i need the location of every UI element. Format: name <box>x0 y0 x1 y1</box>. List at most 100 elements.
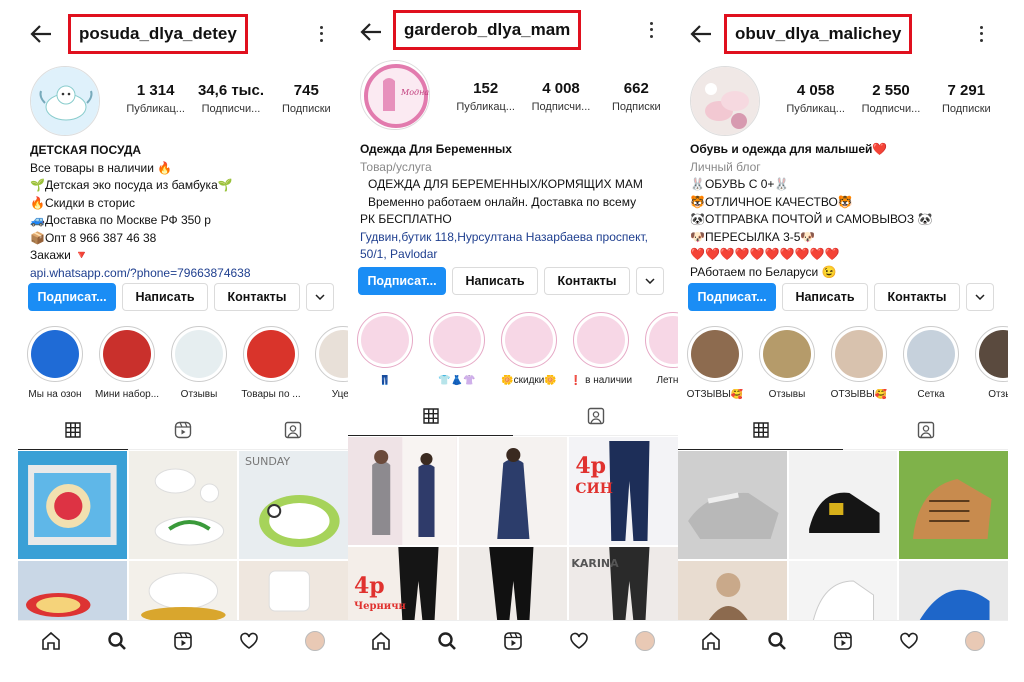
highlight-item[interactable]: ОТЗЫВЫ🥰 <box>826 326 892 400</box>
avatar[interactable] <box>690 66 760 136</box>
follow-button[interactable]: Подписат... <box>28 283 116 311</box>
post-thumbnail[interactable]: 4р Черничн <box>348 547 457 621</box>
followers-stat[interactable]: 34,6 тыс. Подписчи... <box>193 82 268 115</box>
bio-address[interactable]: 50/1, Pavlodar <box>360 246 672 264</box>
story-highlights: 👖 👕👗👚 🌼скидки🌼 ❗ в наличии Летние <box>352 312 678 386</box>
highlight-item[interactable]: Сетка <box>898 326 964 400</box>
post-thumbnail[interactable] <box>899 451 1008 559</box>
contacts-button[interactable]: Контакты <box>874 283 960 311</box>
profile-avatar-nav[interactable] <box>304 630 326 652</box>
contacts-button[interactable]: Контакты <box>544 267 630 295</box>
post-thumbnail[interactable] <box>678 561 787 621</box>
bio-line: РК БЕСПЛАТНО <box>360 212 452 226</box>
followers-stat[interactable]: 2 550 Подписчи... <box>853 82 928 115</box>
highlight-item[interactable]: Отзыв <box>970 326 1008 400</box>
tab-tagged[interactable] <box>843 410 1008 450</box>
bio-line: Временно работаем онлайн. Доставка по вс… <box>368 194 637 209</box>
highlight-item[interactable]: Летние <box>640 312 678 386</box>
profile-tabs <box>678 410 1008 450</box>
tab-reels[interactable] <box>128 410 238 450</box>
bio-link[interactable]: api.whatsapp.com/?phone=79663874638 <box>30 265 342 283</box>
follow-button[interactable]: Подписат... <box>358 267 446 295</box>
highlight-item[interactable]: Мини набор... <box>94 326 160 400</box>
heart-icon[interactable] <box>568 630 590 652</box>
heart-icon[interactable] <box>238 630 260 652</box>
post-thumbnail[interactable] <box>458 547 568 621</box>
search-icon[interactable] <box>766 630 788 652</box>
highlight-item[interactable]: 👕👗👚 <box>424 312 490 386</box>
more-options-icon[interactable] <box>978 24 984 44</box>
highlight-item[interactable]: Товары по ... <box>238 326 304 400</box>
action-buttons: Подписат... Написать Контакты <box>688 283 1000 311</box>
back-arrow-icon[interactable] <box>360 22 382 42</box>
back-arrow-icon[interactable] <box>30 24 52 44</box>
highlight-item[interactable]: 👖 <box>352 312 418 386</box>
followers-stat[interactable]: 4 008 Подписчи... <box>523 80 598 113</box>
bio-name: ДЕТСКАЯ ПОСУДА <box>30 143 142 157</box>
posts-stat[interactable]: 152 Публикац... <box>448 80 523 113</box>
home-icon[interactable] <box>370 630 392 652</box>
suggested-dropdown-button[interactable] <box>966 283 994 311</box>
tagged-person-icon <box>284 421 302 438</box>
highlight-item[interactable]: ❗ в наличии <box>568 312 634 386</box>
post-thumbnail[interactable] <box>18 451 127 559</box>
more-options-icon[interactable] <box>318 24 324 44</box>
posts-stat[interactable]: 4 058 Публикац... <box>778 82 853 115</box>
following-stat[interactable]: 7 291 Подписки <box>929 82 1004 115</box>
tab-tagged[interactable] <box>513 396 678 436</box>
reels-icon[interactable] <box>172 630 194 652</box>
more-options-icon[interactable] <box>648 20 654 40</box>
post-thumbnail[interactable] <box>239 561 348 621</box>
post-thumbnail[interactable]: KARINA <box>569 547 678 621</box>
tab-posts-grid[interactable] <box>678 410 843 450</box>
profile-avatar-nav[interactable] <box>634 630 656 652</box>
profile-avatar-nav[interactable] <box>964 630 986 652</box>
post-thumbnail[interactable]: SUNDAY <box>239 451 348 559</box>
tab-posts-grid[interactable] <box>18 410 128 450</box>
post-thumbnail[interactable] <box>348 437 457 545</box>
bottom-nav <box>678 620 1008 660</box>
post-thumbnail[interactable] <box>128 561 238 621</box>
suggested-dropdown-button[interactable] <box>306 283 334 311</box>
contacts-button[interactable]: Контакты <box>214 283 300 311</box>
reels-icon[interactable] <box>832 630 854 652</box>
post-thumbnail[interactable]: 4р СИН <box>569 437 678 545</box>
highlight-item[interactable]: Уцен <box>310 326 348 400</box>
message-button[interactable]: Написать <box>122 283 208 311</box>
home-icon[interactable] <box>700 630 722 652</box>
bio-line: Все товары в наличии 🔥 <box>30 160 173 175</box>
post-thumbnail[interactable] <box>899 561 1008 621</box>
post-thumbnail[interactable] <box>458 437 568 545</box>
highlight-item[interactable]: ОТЗЫВЫ🥰 <box>682 326 748 400</box>
highlight-item[interactable]: 🌼скидки🌼 <box>496 312 562 386</box>
following-stat[interactable]: 662 Подписки <box>599 80 674 113</box>
tab-tagged[interactable] <box>238 410 348 450</box>
highlight-item[interactable]: Отзывы <box>754 326 820 400</box>
search-icon[interactable] <box>436 630 458 652</box>
message-button[interactable]: Написать <box>452 267 538 295</box>
profile-panel-garderob: garderob_dlya_mam Модная мама 152Публика… <box>348 0 678 682</box>
home-icon[interactable] <box>40 630 62 652</box>
post-thumbnail[interactable] <box>788 561 898 621</box>
post-thumbnail[interactable] <box>788 451 898 559</box>
highlight-item[interactable]: Отзывы <box>166 326 232 400</box>
bio-address[interactable]: Гудвин,бутик 118,Нурсултана Назарбаева п… <box>360 229 672 247</box>
tab-posts-grid[interactable] <box>348 396 513 436</box>
avatar[interactable] <box>30 66 100 136</box>
follow-button[interactable]: Подписат... <box>688 283 776 311</box>
search-icon[interactable] <box>106 630 128 652</box>
reels-icon[interactable] <box>502 630 524 652</box>
avatar[interactable]: Модная мама <box>360 60 430 130</box>
profile-stats: 1 314 Публикац... 34,6 тыс. Подписчи... 74… <box>118 82 344 115</box>
heart-icon[interactable] <box>898 630 920 652</box>
suggested-dropdown-button[interactable] <box>636 267 664 295</box>
highlight-item[interactable]: Мы на озон <box>22 326 88 400</box>
post-thumbnail[interactable] <box>18 561 127 621</box>
back-arrow-icon[interactable] <box>690 24 712 44</box>
bio-line: 🔥Скидки в сторис <box>30 195 135 210</box>
posts-stat[interactable]: 1 314 Публикац... <box>118 82 193 115</box>
message-button[interactable]: Написать <box>782 283 868 311</box>
post-thumbnail[interactable] <box>128 451 238 559</box>
post-thumbnail[interactable] <box>678 451 787 559</box>
following-stat[interactable]: 745 Подписки <box>269 82 344 115</box>
